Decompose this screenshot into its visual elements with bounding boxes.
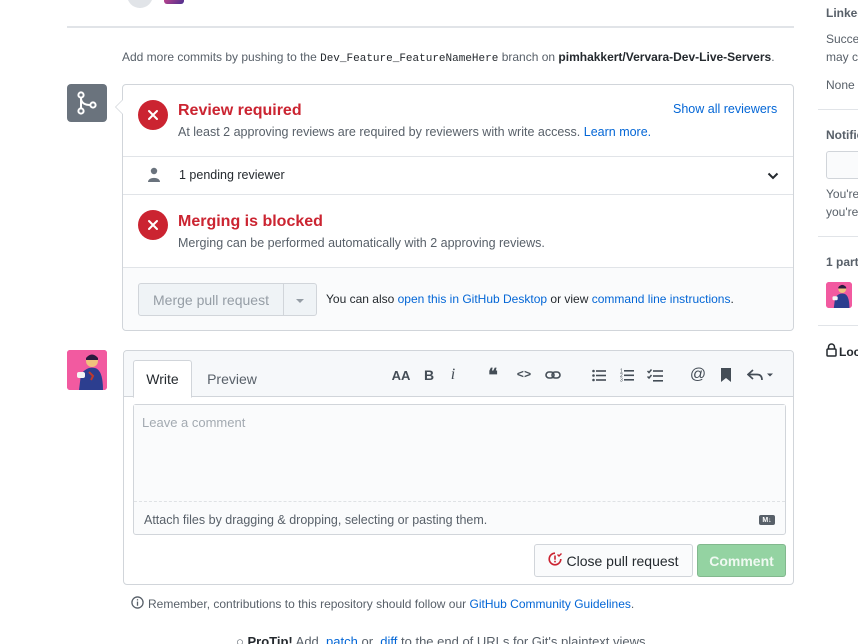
italic-icon[interactable]: i bbox=[446, 365, 460, 385]
tab-preview[interactable]: Preview bbox=[199, 360, 265, 398]
bullet-list-icon[interactable] bbox=[590, 365, 608, 385]
or-view-text: or view bbox=[550, 292, 589, 306]
review-required-text: At least 2 approving reviews are require… bbox=[178, 125, 581, 139]
protip-text-end: to the end of URLs for Git's plaintext v… bbox=[401, 634, 650, 644]
review-required-subtitle: At least 2 approving reviews are require… bbox=[178, 125, 651, 139]
lock-conversation-link[interactable]: Loc bbox=[826, 343, 858, 360]
lock-label: Loc bbox=[839, 344, 858, 359]
linked-issues-title[interactable]: Linked bbox=[826, 6, 858, 20]
merge-footer: Merge pull request You can also open thi… bbox=[123, 267, 793, 330]
participants-title: 1 parti bbox=[826, 255, 858, 269]
mention-icon[interactable]: @ bbox=[689, 365, 707, 385]
protip-or: or bbox=[361, 634, 374, 644]
pending-reviewers-row[interactable]: 1 pending reviewer bbox=[123, 156, 793, 194]
contribution-guidelines-note: Remember, contributions to this reposito… bbox=[131, 596, 634, 612]
sidebar-divider bbox=[818, 109, 858, 110]
chevron-down-icon[interactable] bbox=[767, 169, 779, 184]
close-pull-request-button[interactable]: Close pull request bbox=[534, 544, 693, 577]
task-list-icon[interactable] bbox=[646, 365, 664, 385]
remember-suffix: . bbox=[630, 597, 635, 611]
lock-icon bbox=[826, 343, 837, 360]
person-icon bbox=[147, 167, 161, 186]
commits-note-suffix: . bbox=[771, 50, 775, 64]
protip-lead: ProTip! bbox=[247, 634, 293, 644]
markdown-icon[interactable]: M↓ bbox=[759, 515, 775, 525]
github-desktop-link[interactable]: open this in GitHub Desktop bbox=[398, 292, 547, 306]
also-prefix: You can also bbox=[326, 292, 395, 306]
sidebar-divider bbox=[818, 236, 858, 237]
git-merge-icon bbox=[67, 84, 107, 122]
bold-icon[interactable]: B bbox=[420, 365, 438, 385]
merge-status-box: Review required At least 2 approving rev… bbox=[115, 84, 794, 331]
merge-alternatives-text: You can also open this in GitHub Desktop… bbox=[326, 292, 734, 306]
review-required-title: Review required bbox=[178, 102, 302, 119]
merging-blocked-title: Merging is blocked bbox=[178, 213, 323, 230]
svg-text:3: 3 bbox=[620, 378, 623, 383]
timeline-divider bbox=[67, 26, 794, 28]
close-pull-request-label: Close pull request bbox=[566, 552, 679, 569]
bookmark-icon[interactable] bbox=[718, 365, 734, 385]
sidebar-divider bbox=[818, 325, 858, 326]
link-icon[interactable] bbox=[544, 365, 562, 385]
review-failed-icon bbox=[138, 100, 168, 130]
merge-blocked-icon bbox=[138, 210, 168, 240]
merge-method-dropdown[interactable] bbox=[283, 283, 317, 316]
merging-blocked-subtitle: Merging can be performed automatically w… bbox=[178, 236, 545, 250]
remember-prefix: Remember, contributions to this reposito… bbox=[148, 597, 467, 611]
heading-icon[interactable]: AA bbox=[391, 365, 411, 385]
notifications-title: Notific bbox=[826, 128, 858, 142]
merge-pull-request-button[interactable]: Merge pull request bbox=[138, 283, 284, 316]
linked-issues-none: None bbox=[826, 78, 855, 92]
pending-reviewer-label: 1 pending reviewer bbox=[179, 168, 285, 182]
comment-editor: Attach files by dragging & dropping, sel… bbox=[133, 404, 786, 535]
notifications-text: you're bbox=[826, 205, 858, 219]
comment-textarea[interactable] bbox=[134, 405, 785, 502]
timeline-avatar[interactable] bbox=[164, 0, 184, 4]
commits-note: Add more commits by pushing to the Dev_F… bbox=[122, 50, 775, 65]
timeline-commit-badge bbox=[127, 0, 153, 8]
merge-box-divider bbox=[123, 194, 793, 195]
avatar[interactable] bbox=[67, 350, 107, 390]
subscribe-button[interactable] bbox=[826, 151, 858, 179]
comment-button[interactable]: Comment bbox=[697, 544, 786, 577]
linked-issues-text: Succes bbox=[826, 32, 858, 46]
diff-link[interactable]: .diff bbox=[377, 634, 398, 644]
branch-name: Dev_Feature_FeatureNameHere bbox=[320, 53, 499, 65]
info-icon bbox=[131, 596, 144, 612]
command-line-link[interactable]: command line instructions bbox=[592, 292, 731, 306]
patch-link[interactable]: .patch bbox=[322, 634, 357, 644]
tab-write[interactable]: Write bbox=[133, 360, 192, 398]
repo-name: pimhakkert/Vervara-Dev-Live-Servers bbox=[558, 50, 772, 64]
protip: ○ ProTip! Add .patch or .diff to the end… bbox=[236, 634, 649, 644]
attach-files-hint[interactable]: Attach files by dragging & dropping, sel… bbox=[144, 513, 487, 527]
commits-note-prefix: Add more commits by pushing to the bbox=[122, 50, 317, 64]
code-icon[interactable]: <> bbox=[515, 365, 533, 385]
caret-down-icon bbox=[295, 292, 305, 307]
learn-more-link[interactable]: Learn more. bbox=[584, 125, 651, 139]
numbered-list-icon[interactable]: 123 bbox=[618, 365, 636, 385]
reply-icon[interactable] bbox=[746, 365, 776, 385]
also-suffix: . bbox=[730, 292, 734, 306]
issue-closed-icon bbox=[548, 552, 563, 569]
linked-issues-text: may cl bbox=[826, 50, 858, 64]
protip-text: Add bbox=[295, 634, 319, 644]
community-guidelines-link[interactable]: GitHub Community Guidelines bbox=[470, 597, 631, 611]
quote-icon[interactable]: ❝ bbox=[484, 365, 502, 385]
new-comment-form: Write Preview AA B i ❝ <> 123 @ Attach f… bbox=[123, 350, 794, 585]
light-bulb-icon: ○ bbox=[236, 634, 244, 644]
comment-toolbar: Write Preview AA B i ❝ <> 123 @ bbox=[124, 351, 793, 398]
commits-note-middle: branch on bbox=[501, 50, 556, 64]
show-all-reviewers-link[interactable]: Show all reviewers bbox=[673, 102, 777, 116]
participant-avatar[interactable] bbox=[826, 282, 852, 308]
notifications-text: You're bbox=[826, 187, 858, 201]
